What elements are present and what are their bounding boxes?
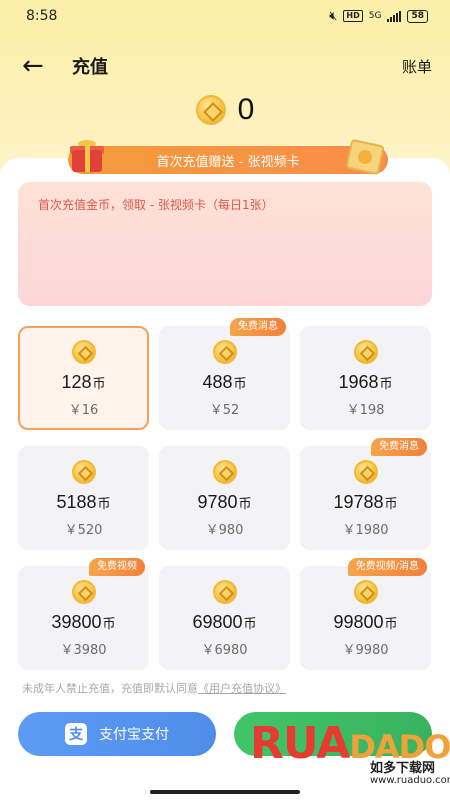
wm-letter: R <box>250 718 284 769</box>
package-option[interactable]: 128币 ￥16 <box>18 326 149 430</box>
promo-ribbon: 首次充值赠送 - 张视频卡 <box>68 146 388 174</box>
coin-balance: 0 <box>0 90 450 130</box>
coin-icon <box>71 340 96 364</box>
package-option[interactable]: 9780币 ￥980 <box>159 446 290 550</box>
coin-icon <box>71 580 96 604</box>
gift-box-icon <box>68 140 106 174</box>
package-coins: 69800 <box>192 612 243 632</box>
package-price: ￥520 <box>64 523 103 538</box>
agreement-text: 未成年人禁止充值，充值即默认同意 <box>22 682 198 695</box>
watermark-cn: 如多下载网 <box>370 761 436 776</box>
package-amount: 69800币 <box>192 612 256 633</box>
nav-bar: ← 充值 账单 <box>0 48 450 84</box>
watermark-logo: RUADADO 如多下载网 www.ruaduo.com <box>250 718 450 800</box>
watermark-caption: 如多下载网 www.ruaduo.com <box>368 762 450 788</box>
signal-icon <box>387 10 402 22</box>
package-amount: 9780币 <box>197 492 251 513</box>
coin-icon <box>212 460 237 484</box>
coin-icon <box>353 460 378 484</box>
package-unit: 币 <box>379 377 393 392</box>
wm-letter: A <box>316 718 350 769</box>
alipay-icon: 支 <box>65 723 87 745</box>
package-option[interactable]: 69800币 ￥6980 <box>159 566 290 670</box>
package-coins: 39800 <box>51 612 102 632</box>
package-amount: 1968币 <box>338 372 392 393</box>
package-badge: 免费视频 <box>89 558 145 576</box>
package-unit: 币 <box>238 497 252 512</box>
package-coins: 488 <box>202 372 233 392</box>
package-option[interactable]: 免费消息 19788币 ￥1980 <box>300 438 431 550</box>
coin-icon <box>353 580 378 604</box>
package-amount: 39800币 <box>51 612 115 633</box>
package-option[interactable]: 免费视频 39800币 ￥3980 <box>18 558 149 670</box>
bill-link[interactable]: 账单 <box>402 56 432 77</box>
agreement-link[interactable]: 《用户充值协议》 <box>198 682 286 695</box>
network-type: 5G <box>368 11 382 21</box>
mute-icon: 🔇︎ <box>329 8 338 24</box>
package-coins: 9780 <box>197 492 238 512</box>
package-amount: 19788币 <box>333 492 397 513</box>
package-unit: 币 <box>102 617 116 632</box>
package-unit: 币 <box>384 497 398 512</box>
coin-icon <box>212 340 237 364</box>
package-price: ￥980 <box>205 523 244 538</box>
package-amount: 488币 <box>202 372 246 393</box>
package-price: ￥3980 <box>60 643 107 658</box>
package-coins: 99800 <box>333 612 384 632</box>
coin-icon <box>212 580 237 604</box>
package-option[interactable]: 免费消息 488币 ￥52 <box>159 318 290 430</box>
agreement-note: 未成年人禁止充值，充值即默认同意《用户充值协议》 <box>22 680 286 696</box>
package-price: ￥6980 <box>201 643 248 658</box>
package-unit: 币 <box>233 377 247 392</box>
status-time: 8:58 <box>26 8 58 24</box>
back-arrow-icon[interactable]: ← <box>22 48 62 84</box>
promo-text: 首次充值金币，领取 - 张视频卡（每日1张） <box>38 198 274 212</box>
package-amount: 128币 <box>61 372 105 393</box>
package-price: ￥16 <box>68 403 99 418</box>
status-bar: 8:58 🔇︎ HD 5G 58 <box>0 0 450 32</box>
promo-box: 首次充值金币，领取 - 张视频卡（每日1张） <box>18 182 432 306</box>
wm-letter: U <box>282 718 317 769</box>
package-coins: 5188 <box>56 492 97 512</box>
page-title: 充值 <box>72 57 108 78</box>
package-price: ￥52 <box>209 403 240 418</box>
package-price: ￥198 <box>346 403 385 418</box>
package-amount: 5188币 <box>56 492 110 513</box>
coin-icon <box>71 460 96 484</box>
battery-icon: 58 <box>407 9 428 23</box>
package-coins: 128 <box>61 372 92 392</box>
package-unit: 币 <box>384 617 398 632</box>
package-option[interactable]: 1968币 ￥198 <box>300 326 431 430</box>
package-coins: 1968 <box>338 372 379 392</box>
alipay-button[interactable]: 支 支付宝支付 <box>18 712 216 756</box>
status-icons: 🔇︎ HD 5G 58 <box>329 9 428 24</box>
package-grid: 128币 ￥16 免费消息 488币 ￥52 1968币 ￥198 5188币 ￥520 9780… <box>18 318 432 670</box>
package-unit: 币 <box>97 497 111 512</box>
package-unit: 币 <box>92 377 106 392</box>
package-amount: 99800币 <box>333 612 397 633</box>
package-option[interactable]: 免费视频/消息 99800币 ￥9980 <box>300 558 431 670</box>
watermark-url: www.ruaduo.com <box>370 775 450 786</box>
coin-icon <box>195 95 226 125</box>
package-badge: 免费视频/消息 <box>347 558 427 576</box>
balance-value: 0 <box>237 93 255 126</box>
package-badge: 免费消息 <box>371 438 427 456</box>
package-price: ￥1980 <box>342 523 389 538</box>
coin-icon <box>353 340 378 364</box>
package-option[interactable]: 5188币 ￥520 <box>18 446 149 550</box>
package-unit: 币 <box>243 617 257 632</box>
package-price: ￥9980 <box>342 643 389 658</box>
hd-icon: HD <box>343 10 363 22</box>
package-badge: 免费消息 <box>230 318 286 336</box>
alipay-label: 支付宝支付 <box>99 727 169 743</box>
package-coins: 19788 <box>333 492 384 512</box>
battery-level: 58 <box>411 10 424 21</box>
